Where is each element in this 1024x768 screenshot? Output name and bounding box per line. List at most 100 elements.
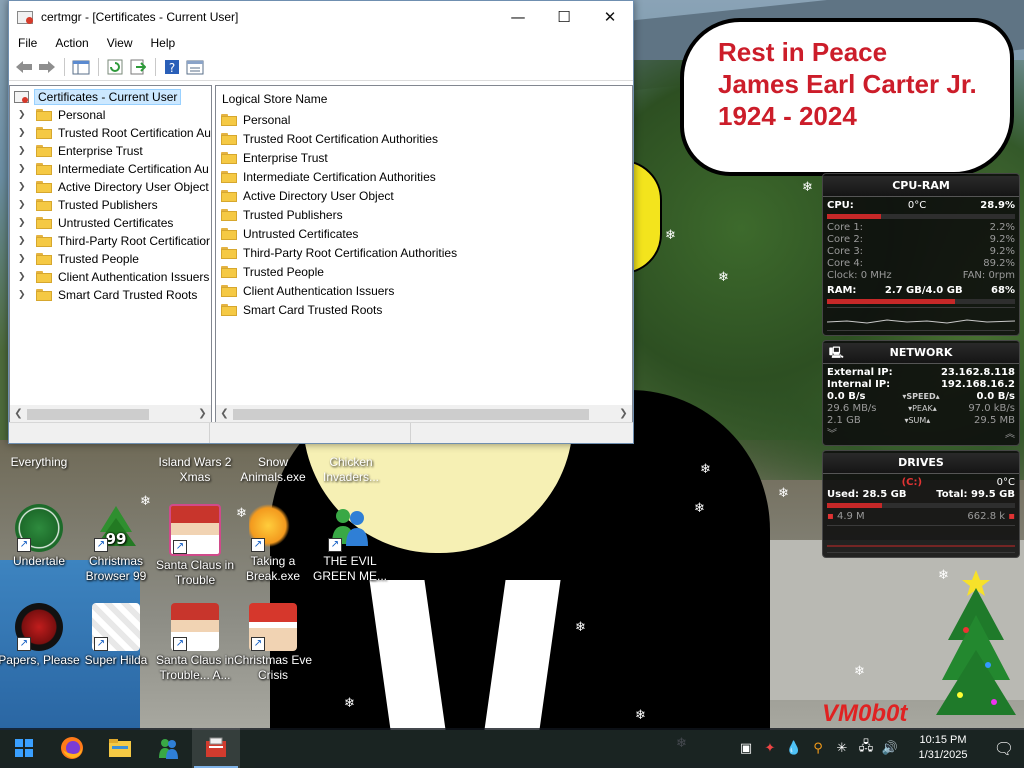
scroll-left-arrow-icon[interactable]: ❮ (216, 408, 233, 419)
start-button[interactable] (0, 728, 48, 768)
tree-item[interactable]: ❯ Trusted Publishers (10, 196, 211, 214)
list-item[interactable]: Trusted Root Certification Authorities (216, 129, 632, 148)
list-item[interactable]: Active Directory User Object (216, 186, 632, 205)
results-horizontal-scrollbar[interactable]: ❮ ❯ (216, 405, 632, 422)
desktop-icon-taking-a-break[interactable]: ↗ Taking a Break.exe (231, 504, 315, 584)
tray-messenger-icon[interactable]: ✦ (758, 728, 782, 768)
menu-action[interactable]: Action (46, 36, 97, 50)
scroll-thumb[interactable] (233, 409, 589, 420)
network-title-text: NETWORK (889, 346, 953, 359)
maximize-button[interactable]: ☐ (541, 1, 587, 32)
menu-file[interactable]: File (9, 36, 46, 50)
folder-icon (221, 189, 237, 202)
chevron-right-icon[interactable]: ❯ (18, 218, 30, 228)
list-item[interactable]: Third-Party Root Certification Authoriti… (216, 243, 632, 262)
desktop-icon-santa-claus-2[interactable]: ↗ Santa Claus in Trouble... A... (153, 603, 237, 683)
chevron-right-icon[interactable]: ❯ (18, 290, 30, 300)
notification-center-icon[interactable]: 🗨 (984, 728, 1024, 768)
properties-icon[interactable] (184, 57, 206, 77)
undertale-icon: ↗ (15, 504, 63, 552)
taskbar-firefox[interactable] (48, 728, 96, 768)
taskbar-messenger[interactable] (144, 728, 192, 768)
desktop-icon-super-hilda[interactable]: ↗ Super Hilda (74, 603, 158, 668)
minimize-button[interactable]: — (495, 1, 541, 32)
scroll-right-arrow-icon[interactable]: ❯ (194, 408, 211, 419)
desktop-icon-everything[interactable]: Everything (0, 455, 84, 470)
menu-view[interactable]: View (98, 36, 142, 50)
taskbar-clock[interactable]: 10:15 PM 1/31/2025 (908, 733, 978, 763)
chevron-right-icon[interactable]: ❯ (18, 236, 30, 246)
desktop-icon-chicken-invaders[interactable]: Chicken Invaders... (306, 455, 396, 485)
drive-write: 662.8 k (967, 511, 1006, 522)
tree-item[interactable]: ❯ Active Directory User Object (10, 178, 211, 196)
tree-item[interactable]: ❯ Intermediate Certification Au (10, 160, 211, 178)
list-item[interactable]: Client Authentication Issuers (216, 281, 632, 300)
tray-search-icon[interactable]: ⚲ (806, 728, 830, 768)
chevron-right-icon[interactable]: ❯ (18, 146, 30, 156)
tree-item[interactable]: ❯ Client Authentication Issuers (10, 268, 211, 286)
desktop-icon-papers-please[interactable]: ↗ Papers, Please (0, 603, 81, 668)
refresh-icon[interactable] (104, 57, 126, 77)
tray-app-icon[interactable]: ▣ (734, 728, 758, 768)
taskbar-file-explorer[interactable] (96, 728, 144, 768)
desktop-icon-santa-claus[interactable]: ↗ Santa Claus in Trouble (153, 504, 237, 588)
scroll-left-arrow-icon[interactable]: ❮ (10, 408, 27, 419)
show-console-tree-icon[interactable] (70, 57, 92, 77)
list-item[interactable]: Trusted People (216, 262, 632, 281)
close-button[interactable]: ✕ (587, 1, 633, 32)
chevron-right-icon[interactable]: ❯ (18, 254, 30, 264)
desktop-icon-christmas-browser[interactable]: 99 ↗ Christmas Browser 99 (74, 504, 158, 584)
desktop-icon-snow-animals[interactable]: Snow Animals.exe (228, 455, 318, 485)
collapse-up-icon[interactable]: ︽ (1005, 429, 1015, 441)
tree-horizontal-scrollbar[interactable]: ❮ ❯ (10, 405, 211, 422)
forward-arrow-icon[interactable] (36, 57, 58, 77)
title-bar[interactable]: certmgr - [Certificates - Current User] … (9, 1, 633, 32)
chevron-right-icon[interactable]: ❯ (18, 128, 30, 138)
column-header[interactable]: Logical Store Name (216, 88, 632, 110)
scroll-track[interactable] (27, 407, 194, 420)
tree-item[interactable]: ❯ Enterprise Trust (10, 142, 211, 160)
back-arrow-icon[interactable] (13, 57, 35, 77)
desktop-icon-undertale[interactable]: ↗ Undertale (0, 504, 81, 569)
tree-item[interactable]: ❯ Personal (10, 106, 211, 124)
menu-help[interactable]: Help (142, 36, 185, 50)
tree-item[interactable]: ❯ Trusted Root Certification Au (10, 124, 211, 142)
tray-droplet-icon[interactable]: 💧 (782, 728, 806, 768)
cpu-clock: Clock: 0 MHz (827, 270, 892, 281)
chevron-right-icon[interactable]: ❯ (18, 272, 30, 282)
list-item[interactable]: Untrusted Certificates (216, 224, 632, 243)
core-value: 2.2% (989, 222, 1015, 233)
certmgr-icon (206, 737, 226, 757)
chevron-right-icon[interactable]: ❯ (18, 164, 30, 174)
desktop-icon-christmas-eve-crisis[interactable]: ↗ Christmas Eve Crisis (231, 603, 315, 683)
tree-root[interactable]: Certificates - Current User (10, 88, 211, 106)
volume-icon[interactable]: 🔊 (878, 728, 902, 768)
tray-snowflake-icon[interactable]: ✳ (830, 728, 854, 768)
tree-item[interactable]: ❯ Smart Card Trusted Roots (10, 286, 211, 304)
tree-item[interactable]: ❯ Untrusted Certificates (10, 214, 211, 232)
tree-item[interactable]: ❯ Trusted People (10, 250, 211, 268)
list-item[interactable]: Trusted Publishers (216, 205, 632, 224)
chevron-right-icon[interactable]: ❯ (18, 182, 30, 192)
results-pane: Logical Store Name Personal Trusted Root… (215, 85, 633, 423)
taskbar-certmgr[interactable] (192, 728, 240, 768)
list-item[interactable]: Personal (216, 110, 632, 129)
scroll-right-arrow-icon[interactable]: ❯ (615, 408, 632, 419)
ram-label: RAM: (827, 285, 857, 296)
desktop-icon-label: Christmas Browser 99 (85, 554, 147, 583)
collapse-down-icon[interactable]: ︾ (827, 429, 837, 441)
desktop-icon-label: Snow Animals.exe (240, 455, 306, 484)
export-list-icon[interactable] (127, 57, 149, 77)
desktop-icon-island-wars[interactable]: Island Wars 2 Xmas (150, 455, 240, 485)
network-icon[interactable]: 🖧 (854, 728, 878, 768)
list-item[interactable]: Intermediate Certification Authorities (216, 167, 632, 186)
desktop-icon-evil-green-messenger[interactable]: ↗ THE EVIL GREEN ME... (308, 504, 392, 584)
chevron-right-icon[interactable]: ❯ (18, 200, 30, 210)
list-item[interactable]: Smart Card Trusted Roots (216, 300, 632, 319)
help-icon[interactable]: ? (161, 57, 183, 77)
list-item[interactable]: Enterprise Trust (216, 148, 632, 167)
chevron-right-icon[interactable]: ❯ (18, 110, 30, 120)
scroll-track[interactable] (233, 407, 615, 420)
scroll-thumb[interactable] (27, 409, 149, 420)
tree-item[interactable]: ❯ Third-Party Root Certificatior (10, 232, 211, 250)
